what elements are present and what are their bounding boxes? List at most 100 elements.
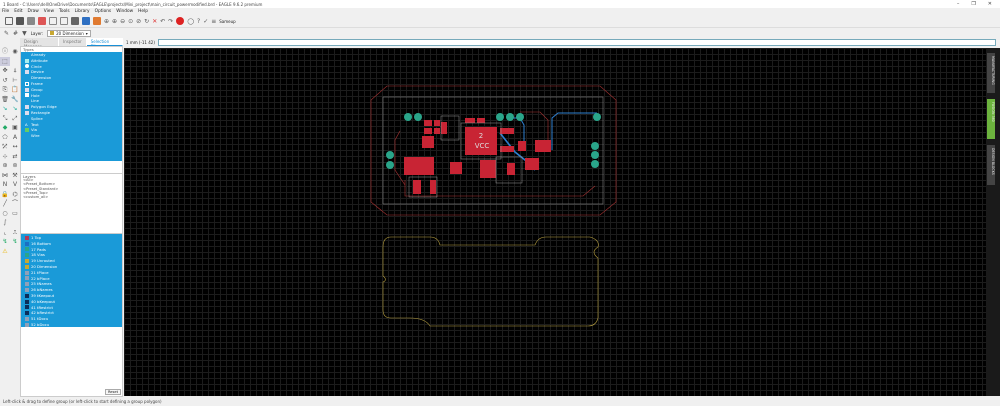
value-icon[interactable]: V <box>10 180 20 190</box>
split-icon[interactable]: ⤢ <box>10 114 20 124</box>
mirror-icon[interactable]: ⍋ <box>10 66 20 76</box>
design-link-icon[interactable] <box>93 17 101 25</box>
dimension-icon[interactable]: ⤱ <box>0 142 10 152</box>
erc-tool-icon[interactable]: ↯ <box>10 237 20 247</box>
zoom-select-icon[interactable]: ⊙ <box>128 17 133 26</box>
optimize-icon[interactable]: ⋈ <box>0 171 10 181</box>
via-icon[interactable]: ⊛ <box>0 161 10 171</box>
smd-pad <box>500 146 514 152</box>
name-icon[interactable]: N <box>0 180 10 190</box>
print-icon[interactable] <box>27 17 35 25</box>
redraw-icon[interactable]: ↻ <box>144 17 149 26</box>
align-icon[interactable]: ⊢ <box>10 76 20 86</box>
attribute-icon[interactable]: ⌬ <box>10 190 20 200</box>
fusion360-panel-tab[interactable]: FUSION 360 <box>987 99 995 139</box>
pencil-icon[interactable]: ✎ <box>4 29 9 38</box>
menu-library[interactable]: Library <box>75 9 90 14</box>
minimize-button[interactable]: – <box>957 1 960 7</box>
stop-icon[interactable] <box>176 17 185 25</box>
circle-icon[interactable]: ○ <box>0 209 10 219</box>
rotate-icon[interactable]: ↺ <box>0 76 10 86</box>
ratsnest-icon[interactable]: ▣ <box>10 123 20 133</box>
manufacturing-panel-tab[interactable]: MANUFACTURING <box>987 53 995 93</box>
drc-tool-icon[interactable]: ↯ <box>0 237 10 247</box>
grid-icon[interactable]: # <box>13 29 18 38</box>
schematic-icon[interactable] <box>49 17 57 25</box>
spline-icon[interactable]: ∫ <box>0 218 10 228</box>
layer-select[interactable]: 20 Dimension ▾ <box>47 29 91 37</box>
type-item[interactable]: Wire <box>21 133 122 139</box>
wire-icon[interactable]: ╱ <box>0 199 10 209</box>
redo-icon[interactable]: ↷ <box>168 17 173 26</box>
copy-icon[interactable]: ⎘ <box>0 85 10 95</box>
replace-icon[interactable]: ⇄ <box>10 152 20 162</box>
go-icon[interactable]: ◯ <box>187 17 194 26</box>
move-icon[interactable]: ✥ <box>0 66 10 76</box>
ripup-icon[interactable]: ⤡ <box>0 114 10 124</box>
menu-draw[interactable]: Draw <box>28 9 39 14</box>
close-button[interactable]: ✕ <box>988 1 992 7</box>
drc-icon[interactable]: ✓ <box>203 17 208 26</box>
measure-icon[interactable]: ↔ <box>10 142 20 152</box>
layer-bar: ✎ # ▼ Layer: 20 Dimension ▾ <box>0 28 1000 38</box>
layer-item[interactable]: 52 bDocu <box>21 322 122 328</box>
reset-button[interactable]: Reset <box>104 389 121 395</box>
layer-color-swatch <box>25 322 29 327</box>
route-multiple-icon[interactable]: ↘ <box>10 104 20 114</box>
board-canvas[interactable]: 2 VCC <box>124 48 986 396</box>
layer-color-swatch <box>25 235 29 240</box>
maximize-button[interactable]: ❐ <box>971 1 975 7</box>
smash-icon[interactable]: ⚒ <box>10 171 20 181</box>
miter-icon[interactable]: ⌞ <box>0 228 10 238</box>
menu-window[interactable]: Window <box>116 9 133 14</box>
polygon-icon[interactable]: ⬠ <box>0 133 10 143</box>
layer-color-swatch <box>25 270 29 275</box>
change-icon[interactable]: 🔧 <box>10 95 20 105</box>
zoom-previous-icon[interactable]: ⊘ <box>136 17 141 26</box>
menu-view[interactable]: View <box>44 9 54 14</box>
cam-icon[interactable] <box>38 17 46 25</box>
hole-icon[interactable]: ⊚ <box>10 161 20 171</box>
menu-tools[interactable]: Tools <box>59 9 70 14</box>
lock-icon[interactable]: 🔒 <box>0 190 10 200</box>
delete-tool-icon[interactable]: 🗑 <box>0 95 10 105</box>
board-icon[interactable] <box>60 17 68 25</box>
ulp-icon[interactable] <box>82 17 90 25</box>
autorouter-icon[interactable]: ◆ <box>0 123 10 133</box>
filter-icon[interactable]: ▼ <box>22 29 27 38</box>
sameup-button[interactable]: Sameup <box>219 19 235 24</box>
command-input[interactable] <box>157 39 996 46</box>
text-icon[interactable]: A <box>10 133 20 143</box>
design-blocks-panel-tab[interactable]: DESIGN BLOCKS <box>987 145 995 185</box>
meander-icon[interactable]: ⎍ <box>10 228 20 238</box>
menu-help[interactable]: Help <box>138 9 148 14</box>
preset-item[interactable]: <custom_all> <box>23 195 122 199</box>
zoom-in-icon[interactable]: ⊕ <box>112 17 117 26</box>
zoom-fit-icon[interactable]: ⊕ <box>104 17 109 26</box>
save-icon[interactable] <box>16 17 24 25</box>
open-icon[interactable] <box>5 17 13 25</box>
add-icon[interactable]: ⊹ <box>0 152 10 162</box>
rect-icon[interactable]: ▭ <box>10 209 20 219</box>
help-icon[interactable]: ? <box>197 17 200 26</box>
tab-inspector[interactable]: Inspector <box>59 38 87 46</box>
pad <box>386 151 394 159</box>
tab-selection-filter[interactable]: Selection Filter <box>86 38 123 49</box>
route-icon[interactable]: ↘ <box>0 104 10 114</box>
layer-color-swatch <box>25 259 29 264</box>
show-icon[interactable]: ◉ <box>10 47 20 57</box>
delete-icon[interactable]: ✕ <box>152 17 157 26</box>
menu-file[interactable]: File <box>2 9 9 14</box>
undo-icon[interactable]: ↶ <box>160 17 165 26</box>
info-icon[interactable]: ⓘ <box>0 47 10 57</box>
select-icon[interactable]: ⬚ <box>0 56 10 66</box>
zoom-out-icon[interactable]: ⊖ <box>120 17 125 26</box>
tab-design-manager[interactable]: Design Manager <box>20 38 60 49</box>
warning-icon[interactable]: ⚠ <box>0 247 10 257</box>
menu-edit[interactable]: Edit <box>14 9 22 14</box>
erc-icon[interactable]: ≡ <box>211 17 216 26</box>
script-icon[interactable] <box>71 17 79 25</box>
menu-options[interactable]: Options <box>95 9 112 14</box>
arc-icon[interactable]: ⌒ <box>10 199 20 209</box>
paste-icon[interactable]: 📋 <box>10 85 20 95</box>
